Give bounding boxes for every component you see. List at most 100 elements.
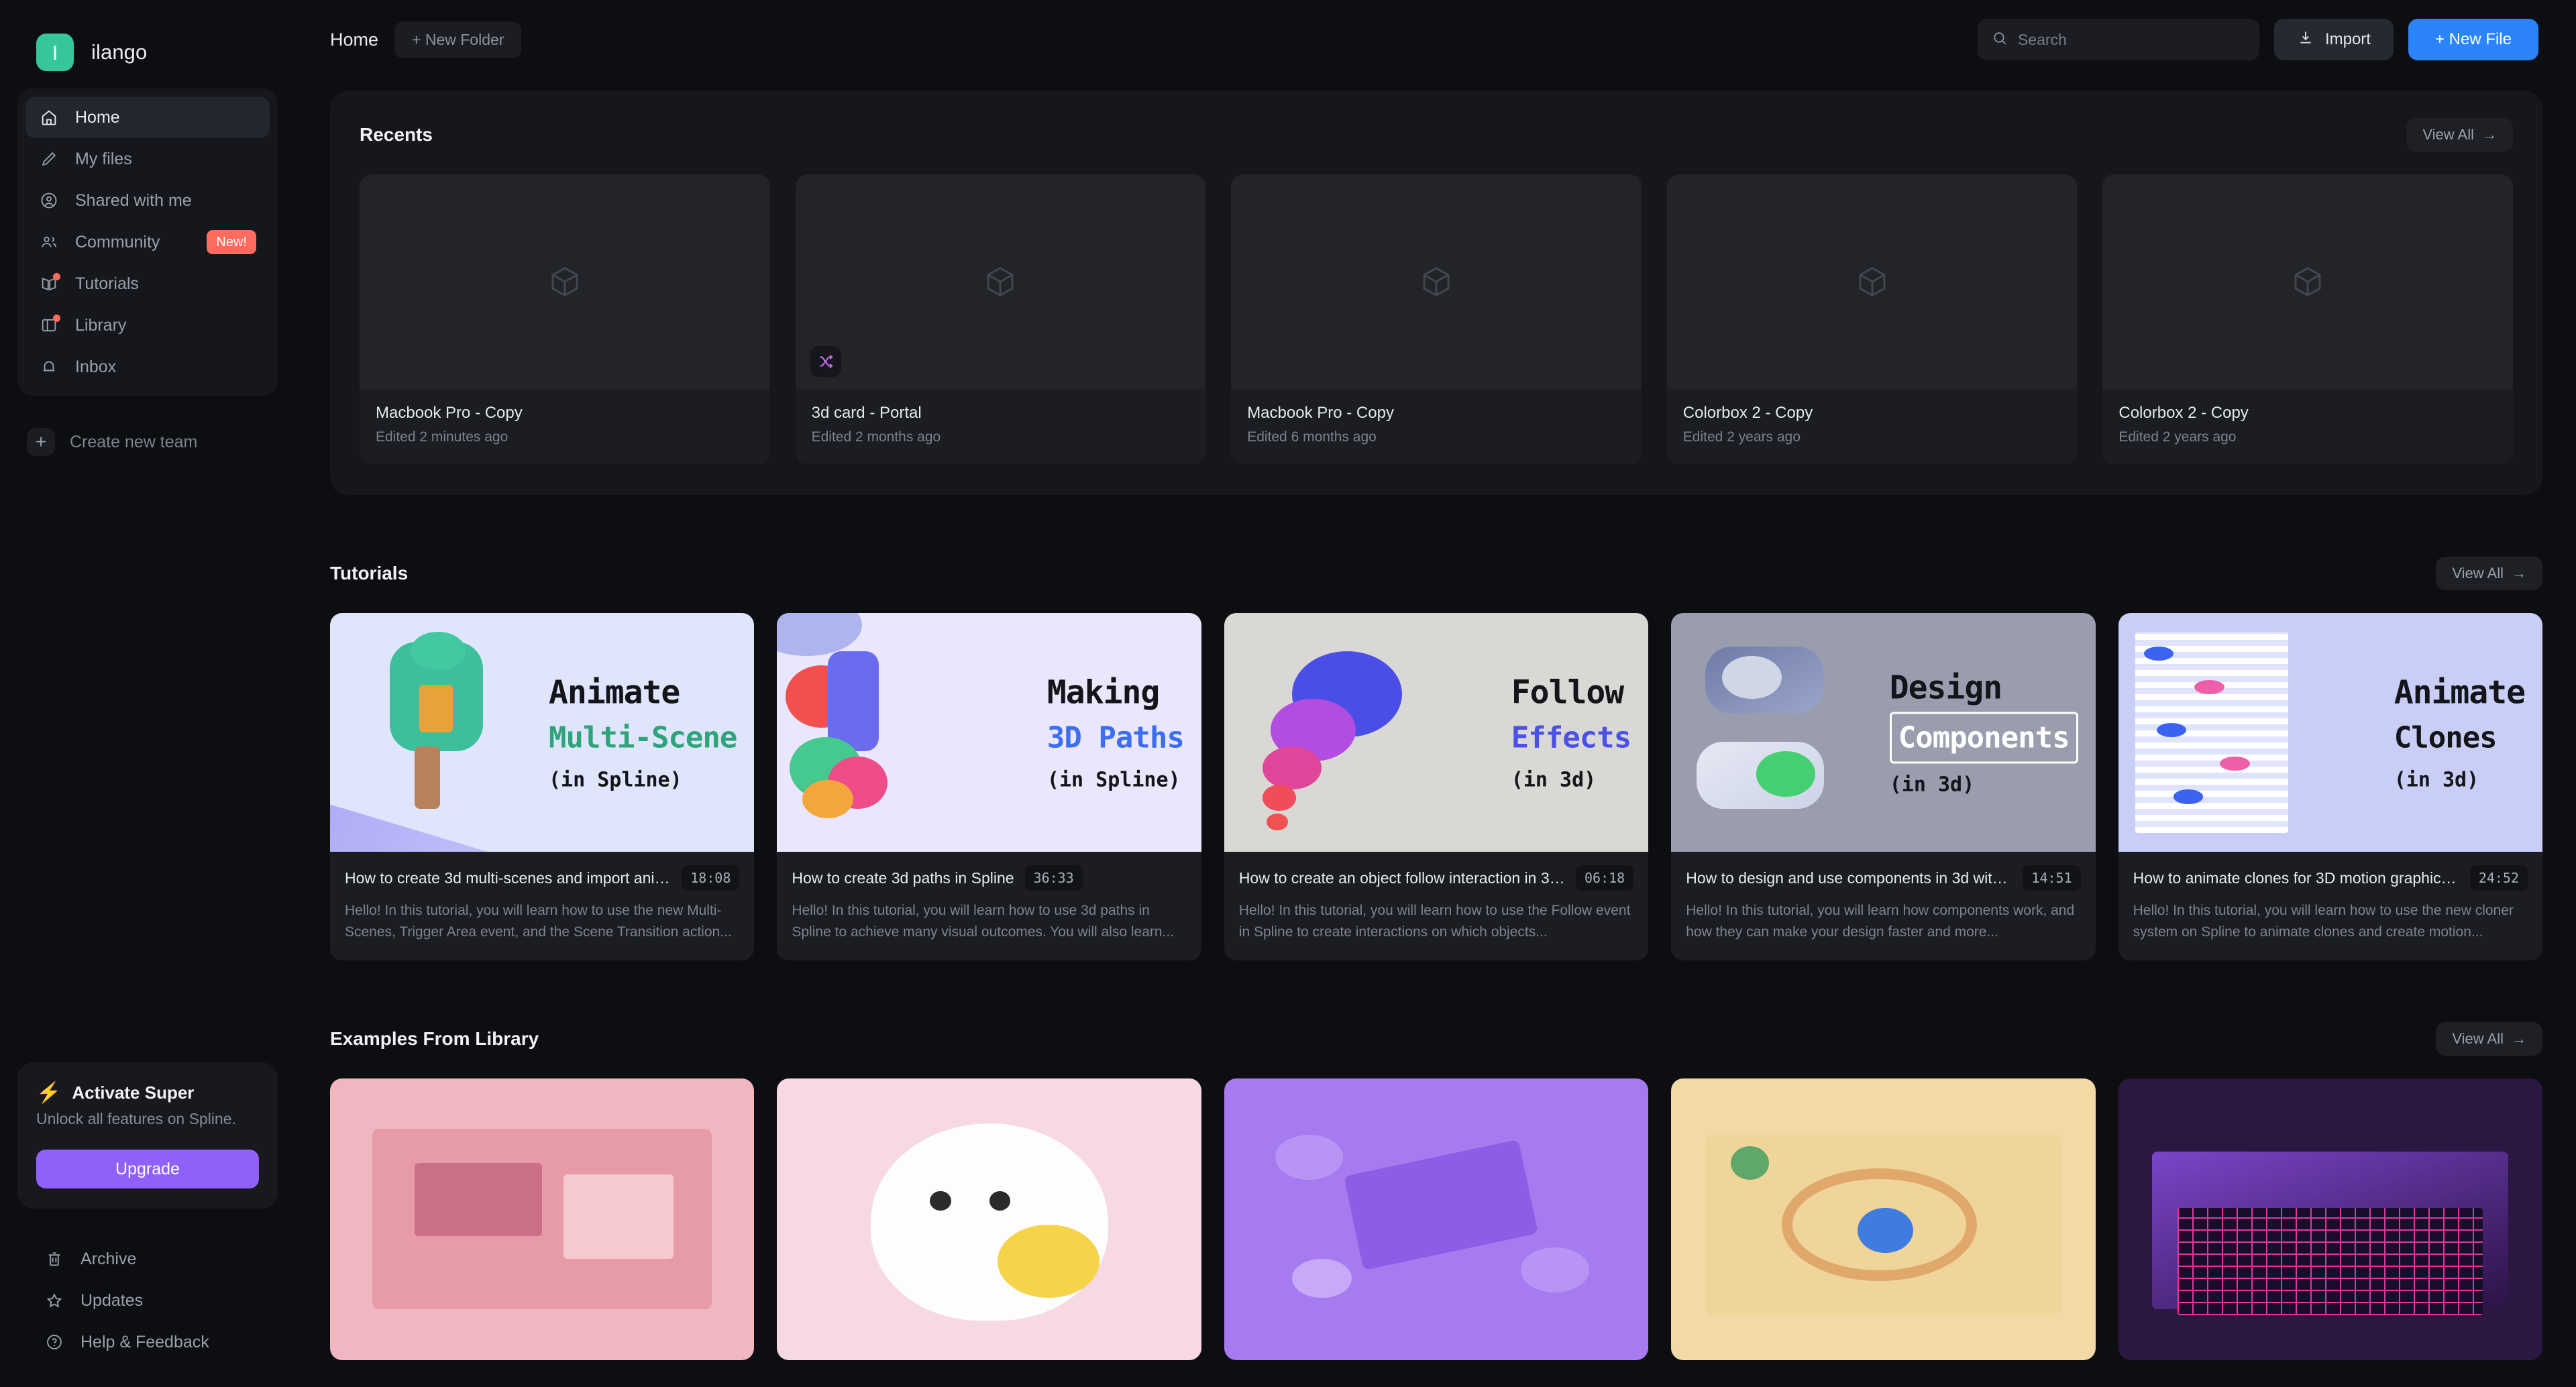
book-icon [39,273,60,294]
tutorial-duration: 36:33 [1024,865,1083,891]
file-name: Macbook Pro - Copy [376,404,523,422]
file-edited-time: Edited 2 years ago [2118,429,2237,445]
tutorial-duration: 18:08 [682,865,740,891]
view-all-label: View All [2452,565,2504,581]
sidebar-bottom-nav: Archive Updates Help & Feedback [0,1209,295,1387]
recent-file-card[interactable]: 3d card - Portal Edited 2 months ago [795,174,1206,464]
tutorial-card[interactable]: Making 3D Paths (in Spline) How to create 3… [777,613,1201,960]
section-title: Examples From Library [330,1028,539,1049]
examples-view-all-button[interactable]: View All → [2436,1021,2542,1056]
sidebar-item-label: Shared with me [75,190,192,210]
super-subtitle: Unlock all features on Spline. [36,1110,236,1127]
tutorial-title: How to create 3d paths in Spline [792,869,1014,887]
example-card[interactable] [2118,1078,2543,1360]
tutorial-meta: How to create 3d multi-scenes and import… [330,852,754,960]
sidebar-item-archive[interactable]: Archive [0,1238,295,1280]
sidebar-item-shared-with-me[interactable]: Shared with me [25,180,270,221]
recent-file-card[interactable]: Colorbox 2 - Copy Edited 2 years ago [2102,174,2513,464]
tutorial-thumbnail: Animate Multi-Scene (in Spline) [330,613,755,852]
file-meta: Colorbox 2 - Copy Edited 2 years ago [2102,389,2513,464]
sidebar-item-community[interactable]: Community New! [25,221,270,263]
sidebar-item-library[interactable]: Library [25,304,270,346]
content-scroll: Recents View All → Macbook Pro - Copy Edi… [295,79,2576,1387]
status-badge: New! [207,230,256,254]
sidebar-item-tutorials[interactable]: Tutorials [25,263,270,304]
tutorial-meta: How to animate clones for 3D motion grap… [2118,852,2542,960]
tutorial-title-row: How to create 3d multi-scenes and import… [345,865,740,891]
sidebar-item-label: Tutorials [75,274,139,293]
panel-icon [39,315,60,335]
recents-view-all-button[interactable]: View All → [2406,118,2513,152]
plus-icon: + [27,428,55,456]
sidebar-item-label: Archive [80,1249,137,1268]
sidebar-item-home[interactable]: Home [25,97,270,138]
tutorial-card[interactable]: Animate Multi-Scene (in Spline) How to crea… [330,613,755,960]
file-thumbnail [360,174,770,389]
bolt-icon: ⚡ [36,1081,62,1104]
recent-file-card[interactable]: Macbook Pro - Copy Edited 6 months ago [1231,174,1642,464]
file-name: Colorbox 2 - Copy [2118,404,2249,422]
recent-file-card[interactable]: Macbook Pro - Copy Edited 2 minutes ago [360,174,770,464]
file-thumbnail [1231,174,1642,389]
tutorial-card[interactable]: Design Components (in 3d) How to design and… [1671,613,2096,960]
example-card[interactable] [777,1078,1201,1360]
new-file-button[interactable]: + New File [2408,19,2538,60]
import-button[interactable]: Import [2273,19,2394,60]
tutorial-description: Hello! In this tutorial, you will learn … [1686,903,2075,940]
tutorial-description: Hello! In this tutorial, you will learn … [792,903,1175,940]
arrow-right-icon: → [2512,565,2526,581]
recent-file-card[interactable]: Colorbox 2 - Copy Edited 2 years ago [1666,174,2078,464]
tutorial-card[interactable]: Animate Clones (in 3d) How to animate clone… [2118,613,2543,960]
create-team-label: Create new team [70,432,198,451]
create-new-team-button[interactable]: + Create new team [27,428,278,456]
sidebar-item-my-files[interactable]: My files [25,138,270,180]
arrow-right-icon: → [2482,126,2497,143]
super-title: Activate Super [72,1083,195,1103]
tutorial-thumb-text: Follow Effects (in 3d) [1511,670,1631,795]
file-meta: Macbook Pro - Copy Edited 2 minutes ago [360,389,770,464]
search-input[interactable] [2017,30,2246,49]
tutorial-title-row: How to create an object follow interacti… [1239,865,1634,891]
tutorial-title: How to animate clones for 3D motion grap… [2133,869,2459,887]
tutorials-view-all-button[interactable]: View All → [2436,557,2542,590]
sidebar-item-label: Help & Feedback [80,1332,209,1351]
brand[interactable]: I ilango [0,0,295,79]
question-circle-icon [44,1332,64,1352]
purple-icons-scene [1224,1078,1648,1360]
example-card[interactable] [330,1078,755,1360]
examples-grid [330,1078,2543,1360]
view-all-label: View All [2422,126,2474,143]
notification-dot [53,273,60,280]
sidebar-item-help-feedback[interactable]: Help & Feedback [0,1321,295,1363]
sidebar-item-updates[interactable]: Updates [0,1280,295,1321]
tutorial-card[interactable]: Follow Effects (in 3d) How to create an obj… [1224,613,1649,960]
tutorial-thumb-text: Animate Clones (in 3d) [2394,670,2526,795]
topbar-actions: Import + New File [1977,19,2538,60]
breadcrumb[interactable]: Home [330,30,378,50]
new-folder-button[interactable]: + New Folder [394,21,522,58]
tutorial-title-row: How to design and use components in 3d w… [1686,865,2081,891]
examples-header: Examples From Library View All → [330,1021,2542,1056]
tutorials-header: Tutorials View All → [330,557,2542,590]
example-card[interactable] [1671,1078,2096,1360]
import-label: Import [2324,30,2371,48]
download-icon [2297,29,2314,51]
upgrade-button[interactable]: Upgrade [36,1150,259,1188]
arrow-right-icon: → [2512,1030,2526,1047]
thumb-line-1: Follow [1511,673,1624,712]
tutorial-meta: How to create an object follow interacti… [1224,852,1648,960]
example-card[interactable] [1224,1078,1649,1360]
thumb-line-2: Effects [1511,720,1631,755]
tutorial-thumbnail: Making 3D Paths (in Spline) [777,613,1201,852]
file-edited-time: Edited 2 years ago [1682,429,1801,445]
app-root: I ilango Home My files Shared with me Co… [0,0,2576,1387]
thumb-line-2: Multi-Scene [549,720,737,755]
tutorial-description: Hello! In this tutorial, you will learn … [2133,903,2514,940]
tutorial-description: Hello! In this tutorial, you will learn … [1238,903,1631,940]
file-thumbnail [2102,174,2513,389]
recents-section: Recents View All → Macbook Pro - Copy Edi… [330,91,2542,495]
search-box[interactable] [1977,19,2259,60]
star-icon [44,1290,64,1311]
tutorial-thumb-text: Design Components (in 3d) [1889,665,2078,800]
sidebar-item-inbox[interactable]: Inbox [25,346,270,388]
